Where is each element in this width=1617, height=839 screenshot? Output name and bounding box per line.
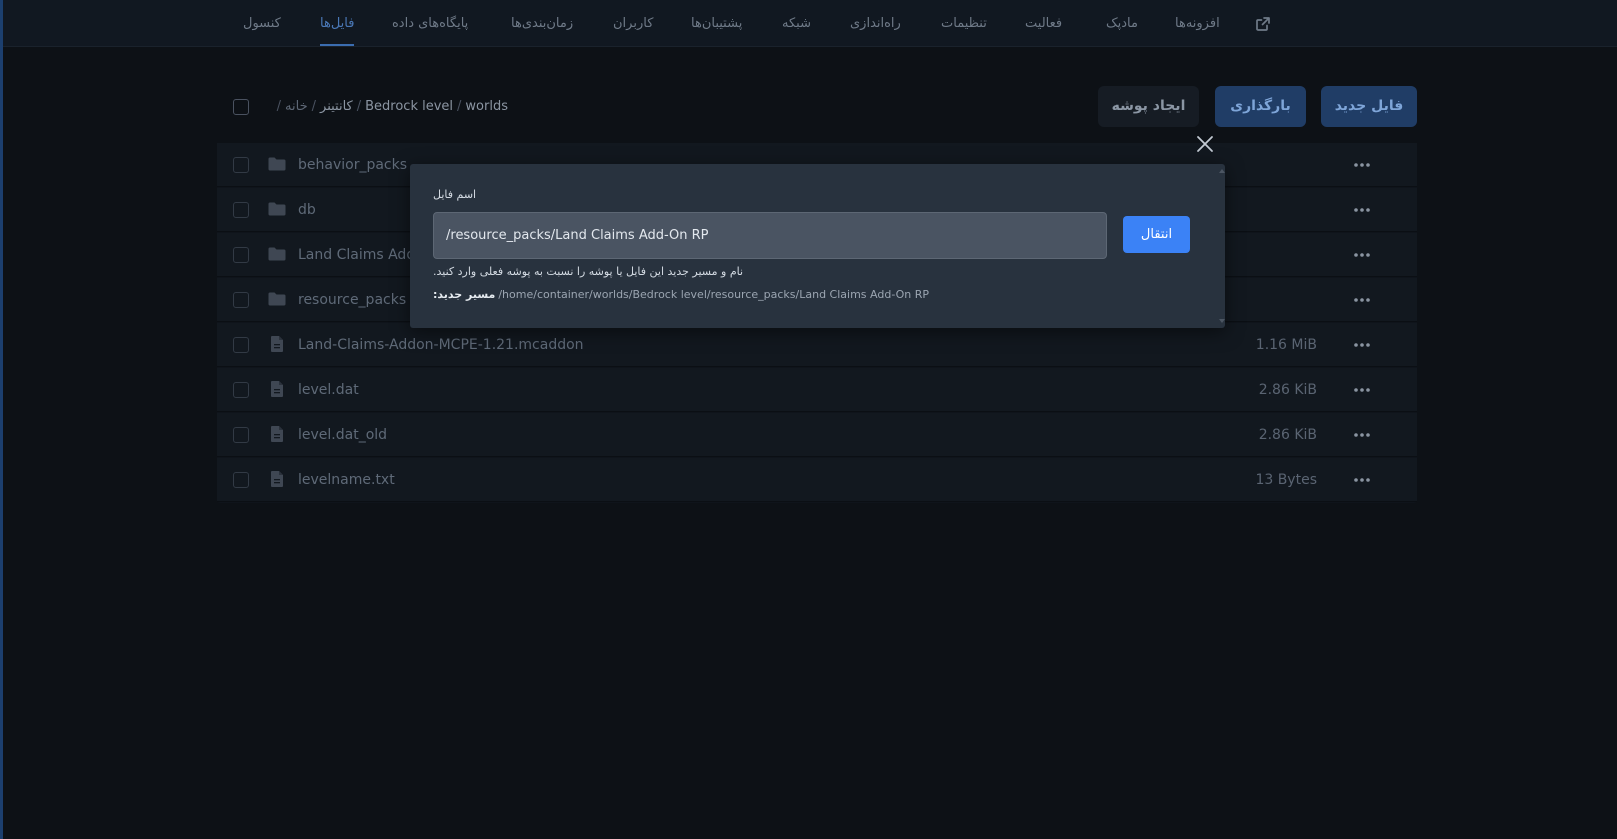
move-file-modal: اسم فایل /resource_packs/Land Claims Add… (410, 164, 1225, 328)
row-checkbox[interactable] (233, 427, 249, 443)
file-name[interactable]: level.dat (298, 368, 359, 412)
modal-scroll-up-arrow[interactable] (1219, 169, 1225, 173)
nav-item-modpack[interactable]: مادپک (1106, 0, 1138, 47)
breadcrumb-home[interactable]: خانه (285, 99, 308, 114)
new-file-button[interactable]: فایل جدید (1321, 86, 1417, 127)
select-all-checkbox[interactable] (233, 99, 249, 115)
nav-item-activity[interactable]: فعالیت (1025, 0, 1062, 47)
breadcrumb-separator: / (276, 99, 282, 114)
file-row[interactable]: Land-Claims-Addon-MCPE-1.21.mcaddon 1.16 … (217, 323, 1417, 367)
modal-help-text: .نام و مسیر جدید این فایل یا پوشه را نسب… (433, 265, 744, 278)
external-link-icon[interactable] (1255, 16, 1271, 32)
close-icon[interactable] (1196, 135, 1214, 153)
top-navigation: افزونه‌ها مادپک فعالیت تنظیمات راه‌انداز… (3, 0, 1617, 47)
breadcrumb-current: Bedrock level (365, 99, 454, 114)
left-edge-bar (0, 0, 3, 839)
folder-icon (267, 244, 287, 264)
row-checkbox[interactable] (233, 472, 249, 488)
breadcrumb-worlds[interactable]: worlds (465, 99, 508, 114)
modal-scroll-down-arrow[interactable] (1219, 319, 1225, 323)
file-icon (267, 469, 287, 489)
nav-item-schedules[interactable]: زمان‌بندی‌ها (511, 0, 573, 47)
file-name[interactable]: Land Claims Add (298, 233, 415, 277)
nav-item-startup[interactable]: راه‌اندازی (850, 0, 901, 47)
file-icon (267, 379, 287, 399)
breadcrumb: Bedrock level / worlds/کانتینر/خانه/ (258, 96, 508, 118)
new-path-label: :مسیر جدید (433, 288, 496, 301)
row-checkbox[interactable] (233, 202, 249, 218)
nav-item-settings[interactable]: تنظیمات (941, 0, 987, 47)
breadcrumb-separator: / (457, 99, 462, 114)
row-checkbox[interactable] (233, 382, 249, 398)
row-checkbox[interactable] (233, 292, 249, 308)
nav-item-databases[interactable]: پایگاه‌های داده (392, 0, 468, 47)
folder-icon (267, 154, 287, 174)
breadcrumb-separator: / (356, 99, 362, 114)
file-icon (267, 424, 287, 444)
create-folder-button[interactable]: ایجاد پوشه (1098, 86, 1199, 127)
file-size: 2.86 KiB (1258, 427, 1317, 443)
file-row[interactable]: level.dat_old2.86 KiB36 دقیقه قبل (217, 413, 1417, 457)
upload-button[interactable]: بارگذاری (1215, 86, 1306, 127)
move-button[interactable]: انتقال (1123, 216, 1190, 253)
file-name[interactable]: db (298, 188, 316, 232)
row-checkbox[interactable] (233, 337, 249, 353)
new-path-value: /home/container/worlds/Bedrock level/res… (498, 288, 930, 301)
file-path-input[interactable]: /resource_packs/Land Claims Add-On RP (433, 212, 1107, 259)
file-name[interactable]: Land-Claims-Addon-MCPE-1.21.mcaddon (298, 323, 584, 367)
more-options-icon[interactable] (1353, 246, 1371, 264)
file-name-label: اسم فایل (433, 188, 477, 201)
row-checkbox[interactable] (233, 157, 249, 173)
file-name[interactable]: behavior_packs (298, 143, 407, 187)
nav-item-console[interactable]: کنسول (243, 0, 281, 47)
more-options-icon[interactable] (1353, 336, 1371, 354)
file-name[interactable]: level.dat_old (298, 413, 387, 457)
file-name[interactable]: levelname.txt (298, 458, 395, 502)
file-size: 13 Bytes (1255, 472, 1317, 488)
nav-item-files[interactable]: فایل‌ها (320, 0, 355, 47)
file-name[interactable]: resource_packs (298, 278, 406, 322)
more-options-icon[interactable] (1353, 291, 1371, 309)
more-options-icon[interactable] (1353, 426, 1371, 444)
file-icon (267, 334, 287, 354)
row-checkbox[interactable] (233, 247, 249, 263)
folder-icon (267, 289, 287, 309)
new-path-preview: :مسیر جدید/home/container/worlds/Bedrock… (433, 288, 929, 301)
nav-item-addons[interactable]: افزونه‌ها (1175, 0, 1220, 47)
file-size: 2.86 KiB (1258, 382, 1317, 398)
more-options-icon[interactable] (1353, 471, 1371, 489)
breadcrumb-container[interactable]: کانتینر (320, 99, 353, 114)
folder-icon (267, 199, 287, 219)
file-row[interactable]: level.dat2.86 KiB36 دقیقه قبل (217, 368, 1417, 412)
nav-item-network[interactable]: شبکه (782, 0, 811, 47)
file-row[interactable]: levelname.txt13 Bytes36 دقیقه قبل (217, 458, 1417, 502)
nav-item-backups[interactable]: پشتیبان‌ها (691, 0, 742, 47)
breadcrumb-separator: / (311, 99, 317, 114)
nav-item-users[interactable]: کاربران (613, 0, 653, 47)
more-options-icon[interactable] (1353, 156, 1371, 174)
more-options-icon[interactable] (1353, 381, 1371, 399)
file-size: 1.16 MiB (1255, 337, 1317, 353)
more-options-icon[interactable] (1353, 201, 1371, 219)
